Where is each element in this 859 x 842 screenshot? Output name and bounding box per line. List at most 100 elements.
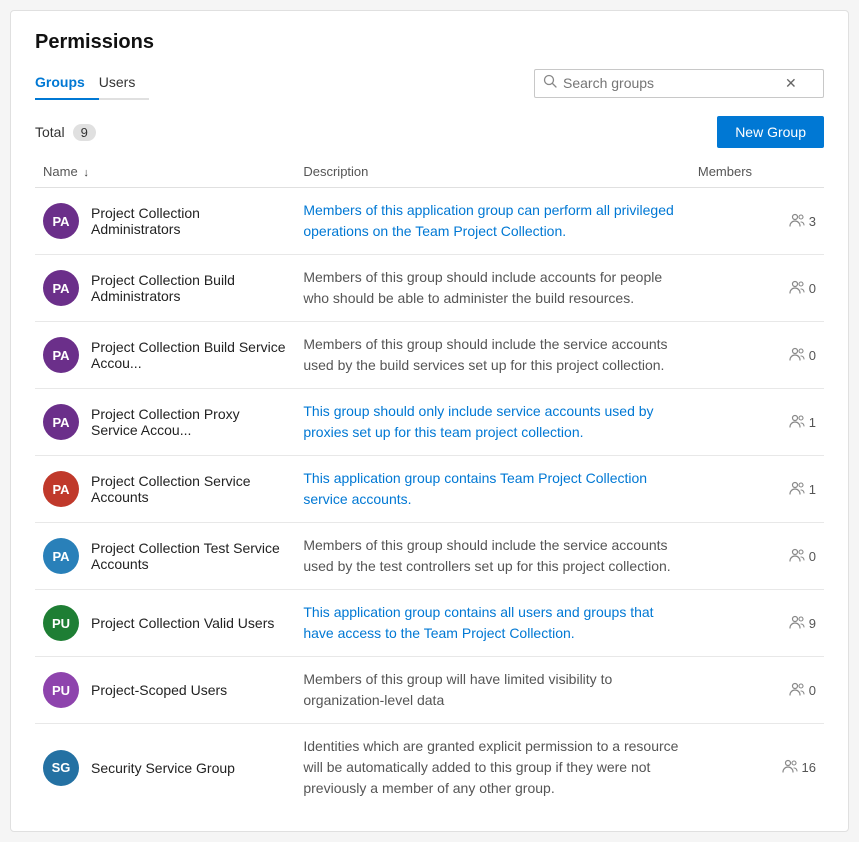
new-group-button[interactable]: New Group [717,116,824,148]
members-cell: 9 [690,590,824,657]
permissions-container: Permissions Groups Users ✕ Total 9 New G… [10,10,849,832]
members-count: 16 [802,760,816,775]
name-cell: PU Project-Scoped Users [35,657,295,724]
table-row[interactable]: PU Project-Scoped Users Members of this … [35,657,824,724]
members-count: 3 [809,214,816,229]
members-icon [782,759,798,776]
search-input[interactable] [563,75,783,91]
members-cell: 0 [690,255,824,322]
members-icon [789,347,805,364]
name-cell-inner: PA Project Collection Test Service Accou… [43,538,287,574]
members-inner: 0 [698,280,816,297]
description-link[interactable]: This group should only include service a… [303,403,653,440]
table-row[interactable]: PA Project Collection Build Service Acco… [35,322,824,389]
group-name[interactable]: Project Collection Test Service Accounts [91,540,287,572]
members-cell: 3 [690,188,824,255]
avatar: PA [43,337,79,373]
table-row[interactable]: PA Project Collection Build Administrato… [35,255,824,322]
members-inner: 0 [698,347,816,364]
group-name[interactable]: Project Collection Valid Users [91,615,274,631]
members-icon [789,615,805,632]
description-text: Members of this group should include the… [303,537,670,574]
groups-table: Name ↓ Description Members PA Project Co… [35,158,824,811]
members-count: 0 [809,348,816,363]
table-row[interactable]: PA Project Collection Administrators Mem… [35,188,824,255]
description-text: Identities which are granted explicit pe… [303,738,678,796]
page-title: Permissions [35,31,824,54]
members-cell: 0 [690,523,824,590]
members-icon [789,548,805,565]
description-text: Members of this group should include acc… [303,269,662,306]
avatar: PU [43,672,79,708]
group-name[interactable]: Project Collection Proxy Service Accou..… [91,406,287,438]
members-count: 0 [809,549,816,564]
description-cell: Members of this group should include acc… [295,255,690,322]
description-cell: This application group contains all user… [295,590,690,657]
col-header-name[interactable]: Name ↓ [35,158,295,188]
members-count: 0 [809,281,816,296]
description-link[interactable]: Members of this application group can pe… [303,202,673,239]
name-cell-inner: PA Project Collection Administrators [43,203,287,239]
tabs: Groups Users [35,66,149,100]
group-name[interactable]: Project-Scoped Users [91,682,227,698]
members-inner: 3 [698,213,816,230]
description-cell: Members of this group should include the… [295,322,690,389]
group-name[interactable]: Security Service Group [91,760,235,776]
table-row[interactable]: PU Project Collection Valid Users This a… [35,590,824,657]
table-row[interactable]: PA Project Collection Proxy Service Acco… [35,389,824,456]
total-label: Total [35,124,65,140]
name-cell: PA Project Collection Administrators [35,188,295,255]
members-count: 0 [809,683,816,698]
description-cell: Members of this application group can pe… [295,188,690,255]
name-cell-inner: SG Security Service Group [43,750,287,786]
table-row[interactable]: SG Security Service Group Identities whi… [35,724,824,812]
header-row: Groups Users ✕ [35,66,824,100]
name-cell-inner: PA Project Collection Proxy Service Acco… [43,404,287,440]
col-header-description: Description [295,158,690,188]
members-cell: 16 [690,724,824,812]
members-count: 1 [809,482,816,497]
members-icon [789,414,805,431]
name-cell: PA Project Collection Build Administrato… [35,255,295,322]
total-count: 9 [73,124,96,141]
members-cell: 0 [690,657,824,724]
group-name[interactable]: Project Collection Build Service Accou..… [91,339,287,371]
description-cell: This application group contains Team Pro… [295,456,690,523]
members-count: 9 [809,616,816,631]
clear-search-button[interactable]: ✕ [783,76,799,90]
description-cell: This group should only include service a… [295,389,690,456]
name-cell: PA Project Collection Proxy Service Acco… [35,389,295,456]
group-name[interactable]: Project Collection Administrators [91,205,287,237]
description-link[interactable]: This application group contains Team Pro… [303,470,647,507]
total-badge: Total 9 [35,124,96,141]
avatar: PA [43,538,79,574]
name-cell-inner: PA Project Collection Service Accounts [43,471,287,507]
name-cell: SG Security Service Group [35,724,295,812]
avatar: PA [43,404,79,440]
name-cell: PU Project Collection Valid Users [35,590,295,657]
sort-icon: ↓ [83,167,89,179]
description-link[interactable]: This application group contains all user… [303,604,653,641]
tab-users[interactable]: Users [99,66,150,100]
name-cell-inner: PU Project-Scoped Users [43,672,287,708]
members-inner: 0 [698,548,816,565]
avatar: PU [43,605,79,641]
table-row[interactable]: PA Project Collection Service Accounts T… [35,456,824,523]
tab-groups[interactable]: Groups [35,66,99,100]
description-cell: Members of this group will have limited … [295,657,690,724]
description-text: Members of this group should include the… [303,336,667,373]
table-row[interactable]: PA Project Collection Test Service Accou… [35,523,824,590]
avatar: PA [43,203,79,239]
members-icon [789,280,805,297]
description-cell: Identities which are granted explicit pe… [295,724,690,812]
members-count: 1 [809,415,816,430]
avatar: PA [43,471,79,507]
group-name[interactable]: Project Collection Build Administrators [91,272,287,304]
avatar: PA [43,270,79,306]
members-icon [789,481,805,498]
search-icon [543,74,557,93]
group-name[interactable]: Project Collection Service Accounts [91,473,287,505]
col-header-members: Members [690,158,824,188]
name-cell: PA Project Collection Service Accounts [35,456,295,523]
members-cell: 1 [690,456,824,523]
